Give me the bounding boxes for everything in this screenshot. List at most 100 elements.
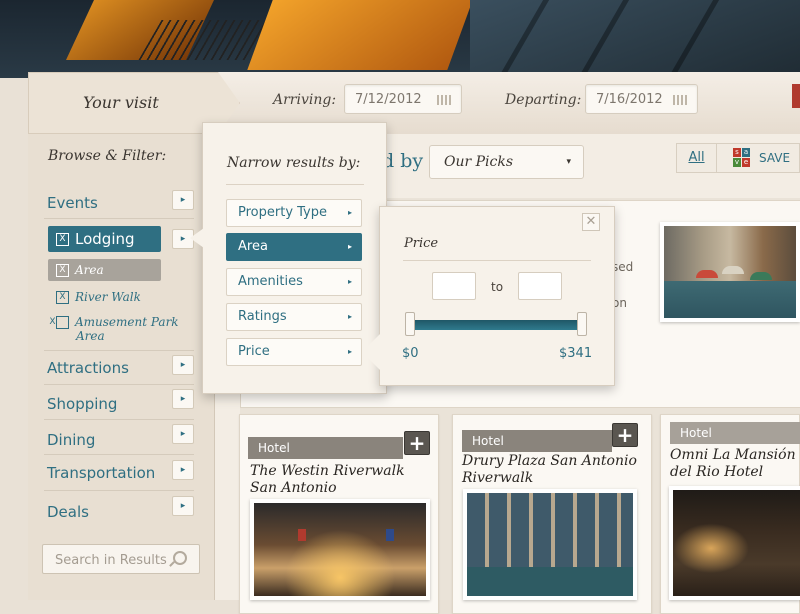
hotel-name[interactable]: San Antonio	[250, 480, 337, 496]
remove-filter-icon[interactable]: X	[56, 291, 69, 304]
calendar-icon[interactable]	[437, 95, 453, 105]
hotel-photo[interactable]	[463, 489, 637, 600]
narrow-item-label: Area	[238, 239, 268, 254]
sidebar-divider	[44, 218, 194, 219]
price-max-input[interactable]	[518, 272, 562, 300]
sidebar-item-dining[interactable]: Dining	[47, 431, 95, 449]
hero-light-2	[247, 0, 473, 70]
active-filter-area[interactable]: X Area	[48, 259, 161, 281]
price-slider-max-handle[interactable]	[577, 312, 587, 336]
plus-icon[interactable]: +	[404, 431, 430, 455]
sort-by-label: d by	[382, 150, 424, 172]
sidebar-item-transportation[interactable]: Transportation	[47, 464, 155, 482]
save-icon: s a v e	[733, 148, 751, 168]
arrow-right-icon[interactable]: ▸	[172, 496, 194, 516]
hotel-name[interactable]: Riverwalk	[462, 470, 533, 486]
sidebar-divider	[44, 384, 194, 385]
sort-select[interactable]: Our Picks ▾	[429, 145, 584, 179]
plus-icon[interactable]: +	[612, 423, 638, 447]
hotel-name[interactable]: Drury Plaza San Antonio	[462, 453, 637, 469]
arrow-right-icon: ▸	[347, 208, 352, 217]
sidebar-divider	[44, 350, 194, 351]
hotel-name[interactable]: Omni La Mansión	[670, 447, 796, 463]
sidebar-title: Browse & Filter:	[48, 148, 167, 164]
remove-filter-icon[interactable]: X	[56, 264, 69, 277]
narrow-item-area[interactable]: Area ▸	[226, 233, 362, 261]
offscreen-button-edge[interactable]	[792, 84, 800, 108]
view-all-link[interactable]: All	[676, 143, 716, 173]
active-filter-river-walk[interactable]: X River Walk	[56, 290, 141, 304]
visit-label: Your visit	[83, 93, 159, 112]
remove-filter-icon[interactable]: X	[56, 233, 69, 246]
narrow-item-amenities[interactable]: Amenities ▸	[226, 268, 362, 296]
arrow-right-icon[interactable]: ▸	[172, 229, 194, 249]
price-min-field[interactable]	[433, 273, 475, 299]
narrow-item-price[interactable]: Price ▸	[226, 338, 362, 366]
sidebar-item-shopping[interactable]: Shopping	[47, 395, 117, 413]
arrow-right-icon: ▸	[347, 347, 352, 356]
price-min-label: $0	[402, 346, 419, 361]
photo-detail	[386, 529, 394, 541]
save-label: SAVE	[759, 151, 791, 165]
arriving-date-value: 7/12/2012	[355, 92, 422, 107]
narrow-item-label: Property Type	[238, 205, 328, 220]
arriving-date-field[interactable]: 7/12/2012	[344, 84, 462, 114]
search-icon[interactable]	[173, 551, 187, 565]
narrow-item-label: Amenities	[238, 274, 303, 289]
sidebar-item-deals[interactable]: Deals	[47, 503, 89, 521]
sidebar-item-events[interactable]: Events	[47, 194, 98, 212]
close-icon[interactable]: ✕	[582, 213, 600, 231]
hotel-tag: Hotel	[248, 437, 403, 459]
price-slider-track[interactable]	[410, 320, 586, 330]
price-slider-min-handle[interactable]	[405, 312, 415, 336]
hotel-tag: Hotel	[462, 430, 612, 452]
remove-filter-icon[interactable]: X	[49, 316, 69, 329]
narrow-item-property-type[interactable]: Property Type ▸	[226, 199, 362, 227]
calendar-icon[interactable]	[673, 95, 689, 105]
price-max-field[interactable]	[519, 273, 561, 299]
sidebar-divider	[44, 454, 194, 455]
save-icon-letter: a	[742, 148, 750, 157]
lodging-label: Lodging	[75, 230, 135, 248]
hotel-photo[interactable]	[669, 486, 800, 600]
active-filter-label: River Walk	[75, 290, 141, 304]
price-title: Price	[404, 236, 439, 251]
arrow-right-icon: ▸	[347, 277, 352, 286]
riverwalk-photo[interactable]	[660, 222, 800, 322]
search-input[interactable]	[43, 545, 177, 575]
arrow-right-icon[interactable]: ▸	[172, 424, 194, 444]
narrow-item-ratings[interactable]: Ratings ▸	[226, 303, 362, 331]
save-icon-letter: s	[733, 148, 741, 157]
hotel-name[interactable]: The Westin Riverwalk	[250, 463, 405, 479]
hotel-tag: Hotel	[670, 422, 800, 444]
photo-detail	[722, 266, 744, 274]
hotel-name[interactable]: del Rio Hotel	[670, 464, 763, 480]
sort-selected-value: Our Picks	[444, 154, 514, 170]
arrow-right-icon[interactable]: ▸	[172, 190, 194, 210]
narrow-results-title: Narrow results by:	[227, 155, 361, 171]
departing-label: Departing:	[505, 92, 582, 108]
dropdown-caret-icon: ▾	[566, 157, 571, 167]
arrow-right-icon[interactable]: ▸	[172, 460, 194, 480]
narrow-item-label: Price	[238, 344, 270, 359]
photo-detail	[696, 270, 718, 278]
departing-date-field[interactable]: 7/16/2012	[585, 84, 698, 114]
hotel-photo[interactable]	[250, 499, 430, 600]
featured-text-line: sed	[612, 260, 634, 274]
price-min-input[interactable]	[432, 272, 476, 300]
arrow-right-icon[interactable]: ▸	[172, 389, 194, 409]
arriving-label: Arriving:	[273, 92, 337, 108]
save-button[interactable]: s a v e SAVE	[716, 143, 800, 173]
sidebar-divider	[44, 490, 194, 491]
save-icon-letter: v	[733, 158, 741, 167]
price-max-label: $341	[559, 346, 593, 361]
active-filter-label: Amusement Park Area	[75, 315, 179, 343]
arrow-right-icon[interactable]: ▸	[172, 355, 194, 375]
sidebar-item-lodging[interactable]: X Lodging	[48, 226, 161, 252]
sidebar-item-attractions[interactable]: Attractions	[47, 359, 129, 377]
photo-detail	[298, 529, 306, 541]
active-filter-amusement-park[interactable]: X Amusement Park Area	[49, 315, 186, 343]
save-icon-letter: e	[742, 158, 750, 167]
search-in-results[interactable]	[42, 544, 200, 575]
departing-date-value: 7/16/2012	[596, 92, 663, 107]
